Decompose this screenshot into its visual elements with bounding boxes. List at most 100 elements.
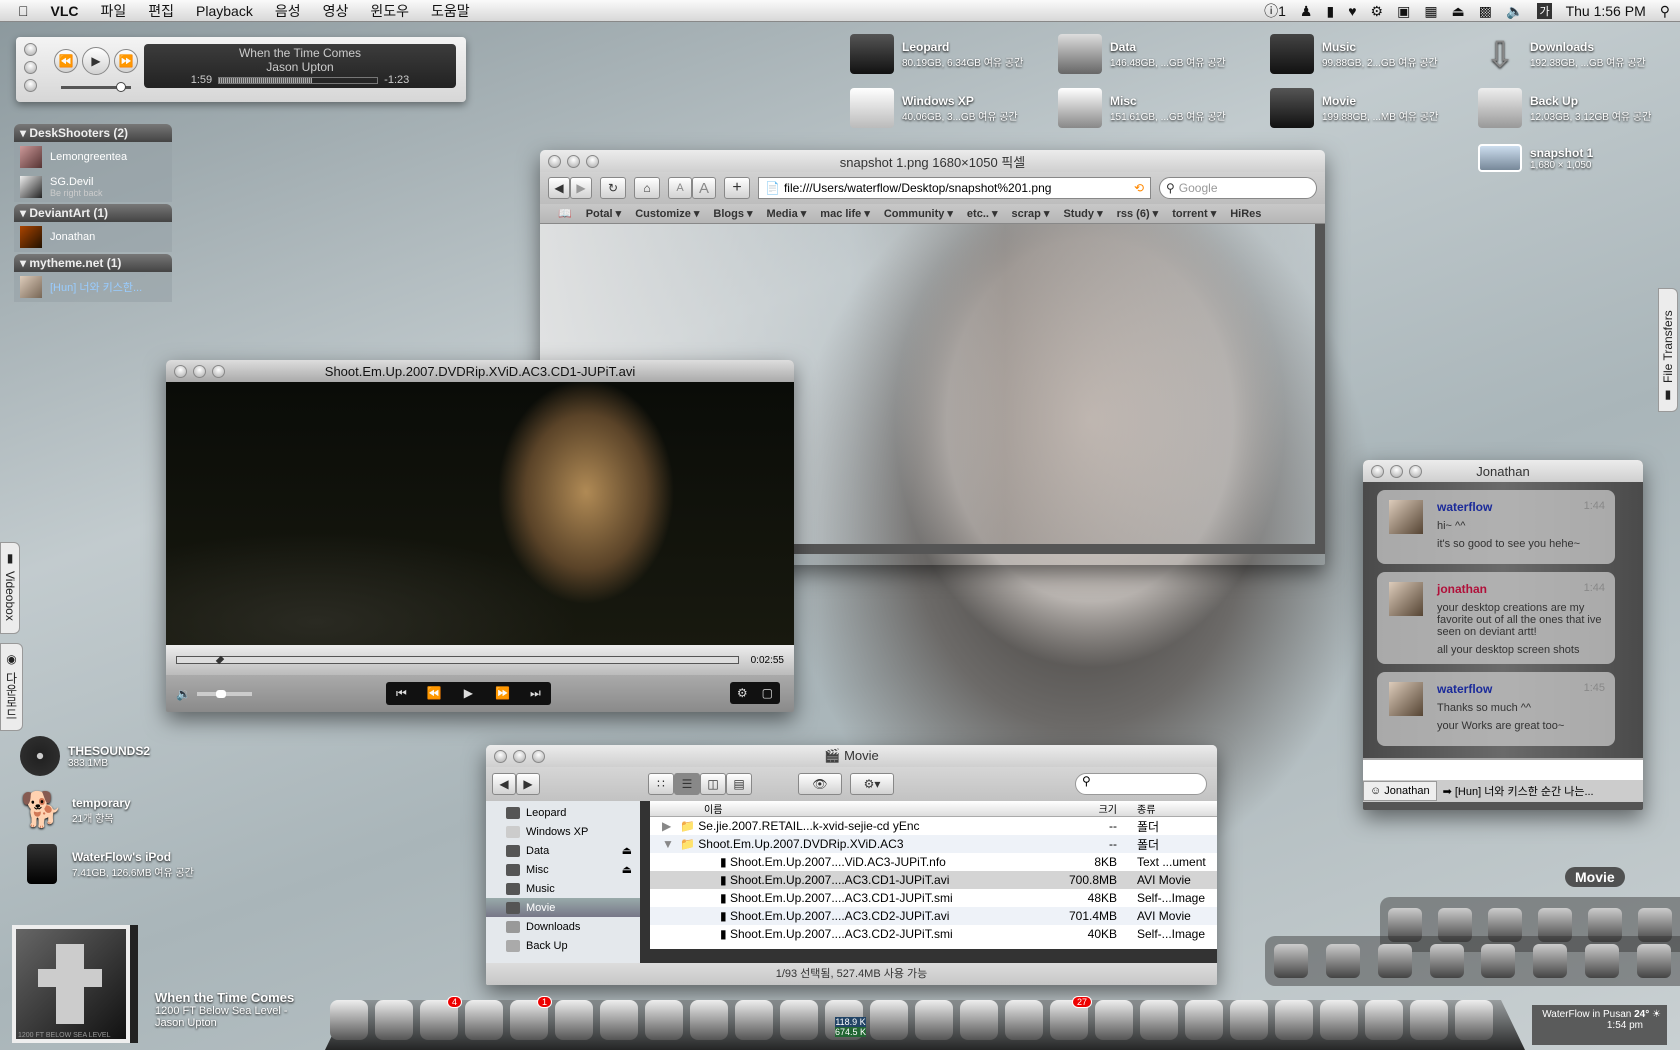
mask-icon[interactable] (1325, 944, 1360, 978)
safari-icon[interactable] (465, 1000, 503, 1040)
bookmark-item[interactable]: mac life ▾ (820, 207, 870, 220)
chat-tab-jonathan[interactable]: ☺ Jonathan (1363, 781, 1437, 801)
group-header[interactable]: ▾ mytheme.net (1) (14, 254, 172, 272)
column-size[interactable]: 크기 (1032, 801, 1127, 816)
bookmark-item[interactable]: torrent ▾ (1172, 207, 1216, 220)
sidebar-item-misc[interactable]: Misc ⏏ (486, 860, 640, 879)
previous-button[interactable]: ⏪ (54, 49, 78, 73)
piano-icon[interactable] (645, 1000, 683, 1040)
laptop-icon[interactable] (1429, 944, 1464, 978)
headset-icon[interactable] (960, 1000, 998, 1040)
pencil-icon[interactable] (1230, 1000, 1268, 1040)
user-icon[interactable]: ♟ (1300, 3, 1313, 20)
desktop-icon-data[interactable]: Data 146.48GB, ...GB 여유 공간 (1058, 34, 1226, 74)
globe-icon[interactable] (1095, 1000, 1133, 1040)
play-button[interactable]: ▶ (452, 682, 485, 705)
file-row[interactable]: ▮ Shoot.Em.Up.2007....AC3.CD1-JUPiT.smi 4… (650, 889, 1217, 907)
zoom-button[interactable] (24, 79, 37, 92)
close-button[interactable] (494, 749, 507, 763)
iphoto-icon[interactable] (600, 1000, 638, 1040)
close-button[interactable] (24, 43, 37, 56)
desktop-icon-leopard[interactable]: Leopard 80.19GB, 6.34GB 여유 공간 (850, 34, 1023, 74)
reload-button[interactable]: ↻ (600, 177, 626, 199)
display-icon[interactable]: ▩ (1479, 3, 1492, 20)
menu-video[interactable]: 영상 (312, 1, 360, 21)
alert-icon[interactable]: ⓘ1 (1264, 1, 1286, 21)
bookmarks-book-icon[interactable]: 📖 (558, 207, 572, 220)
bookmark-item[interactable]: rss (6) ▾ (1117, 207, 1159, 220)
magnifier-icon[interactable] (780, 1000, 818, 1040)
minimize-button[interactable] (24, 61, 37, 74)
play-button[interactable]: ▶ (82, 47, 110, 75)
desktop-icon-ipod[interactable]: WaterFlow's iPod 7.41GB, 126.6MB 여유 공간 (20, 844, 194, 884)
mail-icon[interactable]: 4 (420, 996, 462, 1040)
title-bar[interactable]: snapshot 1.png 1680×1050 픽셀 (540, 150, 1325, 172)
desktop-icon-movie[interactable]: Movie 199.88GB, ...MB 여유 공간 (1270, 88, 1438, 128)
finder-icon[interactable] (330, 1000, 368, 1040)
video-frame[interactable] (166, 382, 794, 645)
menu-help[interactable]: 도움말 (420, 1, 481, 21)
telephone-icon[interactable] (1637, 944, 1672, 978)
utilities-folder-icon[interactable] (1365, 1000, 1403, 1040)
volume-knob[interactable] (216, 689, 227, 698)
drawer-videobox[interactable]: ▮ Videobox (0, 542, 20, 634)
note-icon[interactable]: ▮ (1326, 3, 1334, 20)
menu-window[interactable]: 윈도우 (359, 1, 420, 21)
file-icon[interactable] (1320, 1000, 1358, 1040)
bookmark-item[interactable]: scrap ▾ (1012, 207, 1050, 220)
volume-icon[interactable]: 🔈 (1506, 3, 1523, 20)
drawer-downloads[interactable]: ◉ 다운로드 (0, 643, 23, 731)
bookmark-item[interactable]: Customize ▾ (635, 207, 699, 220)
list-view-button[interactable]: ☰ (674, 773, 700, 795)
desktop-icon-back-up[interactable]: Back Up 12.03GB, 3.12GB 여유 공간 (1478, 88, 1651, 128)
action-gear-button[interactable]: ⚙▾ (850, 773, 894, 795)
sidebar-item-movie[interactable]: Movie (486, 898, 640, 917)
file-row[interactable]: ▶ 📁 Se.jie.2007.RETAIL...k-xvid-sejie-cd … (650, 817, 1217, 835)
applications-folder-icon[interactable] (1185, 1000, 1223, 1040)
network-icon[interactable] (915, 1000, 953, 1040)
v-poster-icon[interactable] (1533, 944, 1568, 978)
quicktime-icon[interactable] (555, 1000, 593, 1040)
heart-icon[interactable]: ♥ (1348, 3, 1356, 19)
documents-folder-icon[interactable] (1275, 1000, 1313, 1040)
group-header[interactable]: ▾ DeviantArt (1) (14, 204, 172, 222)
desktop-icon-windows-xp[interactable]: Windows XP 40.06GB, 3...GB 여유 공간 (850, 88, 1018, 128)
skip-forward-button[interactable]: ⏭ (520, 682, 551, 705)
pens-icon[interactable] (1481, 944, 1516, 978)
eject-icon[interactable]: ⏏ (1452, 3, 1465, 20)
title-bar[interactable]: Jonathan (1363, 460, 1643, 482)
buddy-item[interactable]: SG.Devil Be right back (14, 172, 172, 202)
gears-icon[interactable]: ⚙ (1371, 3, 1384, 20)
sidebar-item-downloads[interactable]: Downloads (486, 917, 640, 936)
file-row[interactable]: ▮ Shoot.Em.Up.2007....AC3.CD2-JUPiT.smi 4… (650, 925, 1217, 943)
bookmark-item[interactable]: HiRes (1230, 208, 1261, 220)
icon-view-button[interactable]: ∷ (648, 773, 674, 795)
quick-look-button[interactable]: 👁 (798, 773, 842, 795)
forward-button[interactable]: ▶ (570, 177, 592, 199)
eightball-icon[interactable] (735, 1000, 773, 1040)
search-field[interactable]: ⚲ Google (1159, 177, 1317, 199)
menu-app[interactable]: VLC (40, 3, 90, 19)
sphere-icon[interactable] (1005, 1000, 1043, 1040)
volume-slider[interactable] (196, 689, 252, 698)
bookmark-item[interactable]: Study ▾ (1063, 207, 1102, 220)
mug-icon[interactable] (870, 1000, 908, 1040)
bookmark-item[interactable]: Media ▾ (767, 207, 807, 220)
desktop-icon-downloads[interactable]: ⇩ Downloads 192.38GB, ...GB 여유 공간 (1478, 34, 1646, 75)
appstore-icon[interactable] (1273, 944, 1308, 978)
papers-icon[interactable] (1377, 944, 1412, 978)
home-button[interactable]: ⌂ (634, 177, 660, 199)
menu-file[interactable]: 파일 (90, 1, 138, 21)
bookmark-item[interactable]: Potal ▾ (586, 207, 621, 220)
spaces-icon[interactable]: ▦ (1424, 3, 1437, 20)
search-field[interactable]: ⚲ (1075, 773, 1207, 795)
ical-icon[interactable]: 1 (510, 996, 552, 1040)
seek-knob[interactable] (215, 655, 225, 665)
text-larger-button[interactable]: A (692, 177, 716, 199)
file-row[interactable]: ▮ Shoot.Em.Up.2007....AC3.CD2-JUPiT.avi 7… (650, 907, 1217, 925)
forward-button[interactable]: ▶ (516, 773, 540, 795)
pictures-icon[interactable] (1410, 1000, 1448, 1040)
chat-tab-hun[interactable]: ➡ [Hun] 너와 키스한 순간 나는... (1437, 780, 1600, 802)
desktop-icon-music[interactable]: Music 99.88GB, 2...GB 여유 공간 (1270, 34, 1438, 74)
eject-icon[interactable]: ⏏ (622, 863, 640, 876)
